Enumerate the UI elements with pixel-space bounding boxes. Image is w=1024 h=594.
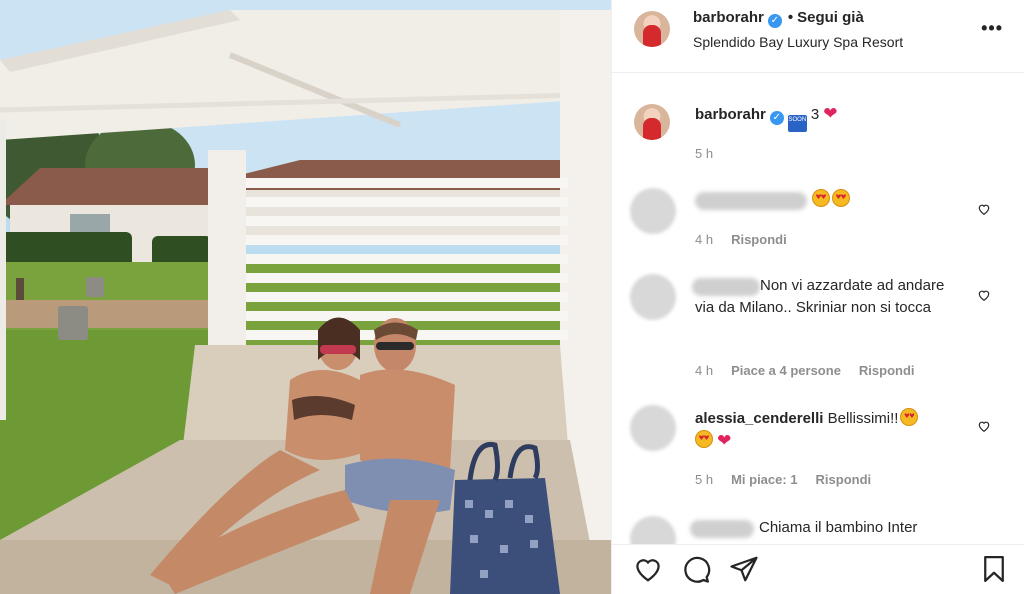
red-heart-icon: ❤ — [717, 431, 732, 450]
comment-username[interactable]: alessia_cenderelli — [695, 410, 823, 427]
comment-avatar[interactable] — [630, 274, 676, 320]
post-photo-image — [0, 0, 611, 594]
comment-avatar[interactable] — [630, 405, 676, 451]
caption: barborahr ✓ SOON 3 ❤ — [695, 104, 837, 132]
comment-body: Bellissimi!! — [827, 410, 899, 427]
caption-username[interactable]: barborahr — [695, 106, 766, 123]
comment-time: 4 h — [695, 232, 714, 247]
star-struck-emoji-icon — [832, 189, 850, 207]
likes-count-link[interactable]: Piace a 4 persone — [731, 363, 841, 378]
heart-icon[interactable] — [633, 554, 663, 584]
comment-meta: 4 h Piace a 4 persone Rispondi — [695, 363, 933, 378]
header-separator: • — [787, 9, 794, 26]
red-heart-icon: ❤ — [823, 104, 838, 123]
comment-text: Non vi azzardate ad andare via da Milano… — [695, 275, 960, 319]
more-options-icon[interactable]: ••• — [981, 18, 1003, 39]
bookmark-icon[interactable] — [979, 554, 1009, 584]
comments-list[interactable]: barborahr ✓ SOON 3 ❤ 5 h 4 h Rispondi Non vi … — [612, 74, 1024, 544]
comment-like-heart-icon[interactable] — [977, 288, 991, 302]
verified-badge-icon: ✓ — [767, 14, 782, 28]
likes-count-link[interactable]: Mi piace: 1 — [731, 472, 797, 487]
header-line: barborahr ✓ • Segui già — [693, 9, 864, 28]
soon-arrow-icon: SOON — [787, 115, 807, 132]
paper-plane-icon[interactable] — [729, 554, 759, 584]
comment-time: 5 h — [695, 472, 714, 487]
header-username[interactable]: barborahr — [693, 9, 764, 26]
post-photo — [0, 0, 611, 594]
star-struck-emoji-icon — [812, 189, 830, 207]
comment-time: 4 h — [695, 363, 714, 378]
post-actions — [612, 544, 1024, 594]
reply-button[interactable]: Rispondi — [816, 472, 872, 487]
post-side-panel: barborahr ✓ • Segui già Splendido Bay Luxur… — [611, 0, 1024, 594]
follow-button[interactable]: Segui già — [797, 9, 864, 26]
reply-button[interactable]: Rispondi — [859, 363, 915, 378]
comment-icon[interactable] — [681, 554, 711, 584]
caption-avatar[interactable] — [634, 104, 670, 140]
blurred-username — [695, 192, 807, 210]
caption-count: 3 — [810, 106, 820, 123]
comment-text: Chiama il bambino Inter — [759, 519, 918, 536]
post-header: barborahr ✓ • Segui già Splendido Bay Luxur… — [612, 0, 1024, 73]
comment-like-heart-icon[interactable] — [977, 419, 991, 433]
comment-avatar[interactable] — [630, 188, 676, 234]
location-link[interactable]: Splendido Bay Luxury Spa Resort — [693, 34, 903, 50]
star-struck-emoji-icon — [695, 430, 713, 448]
caption-time: 5 h — [695, 146, 714, 161]
blurred-username — [690, 520, 754, 538]
avatar[interactable] — [634, 11, 670, 47]
comment-text: alessia_cenderelli Bellissimi!! ❤ — [695, 408, 960, 452]
comment-meta: 5 h Mi piace: 1 Rispondi — [695, 472, 889, 487]
comment-meta: 4 h Rispondi — [695, 232, 805, 247]
caption-meta: 5 h — [695, 146, 731, 161]
comment-like-heart-icon[interactable] — [977, 202, 991, 216]
star-struck-emoji-icon — [900, 408, 919, 426]
reply-button[interactable]: Rispondi — [731, 232, 787, 247]
comment-text — [810, 189, 850, 211]
comment-body: Non vi azzardate ad andare via da Milano… — [695, 277, 945, 316]
comment-avatar[interactable] — [630, 516, 676, 544]
verified-badge-icon: ✓ — [769, 111, 784, 125]
